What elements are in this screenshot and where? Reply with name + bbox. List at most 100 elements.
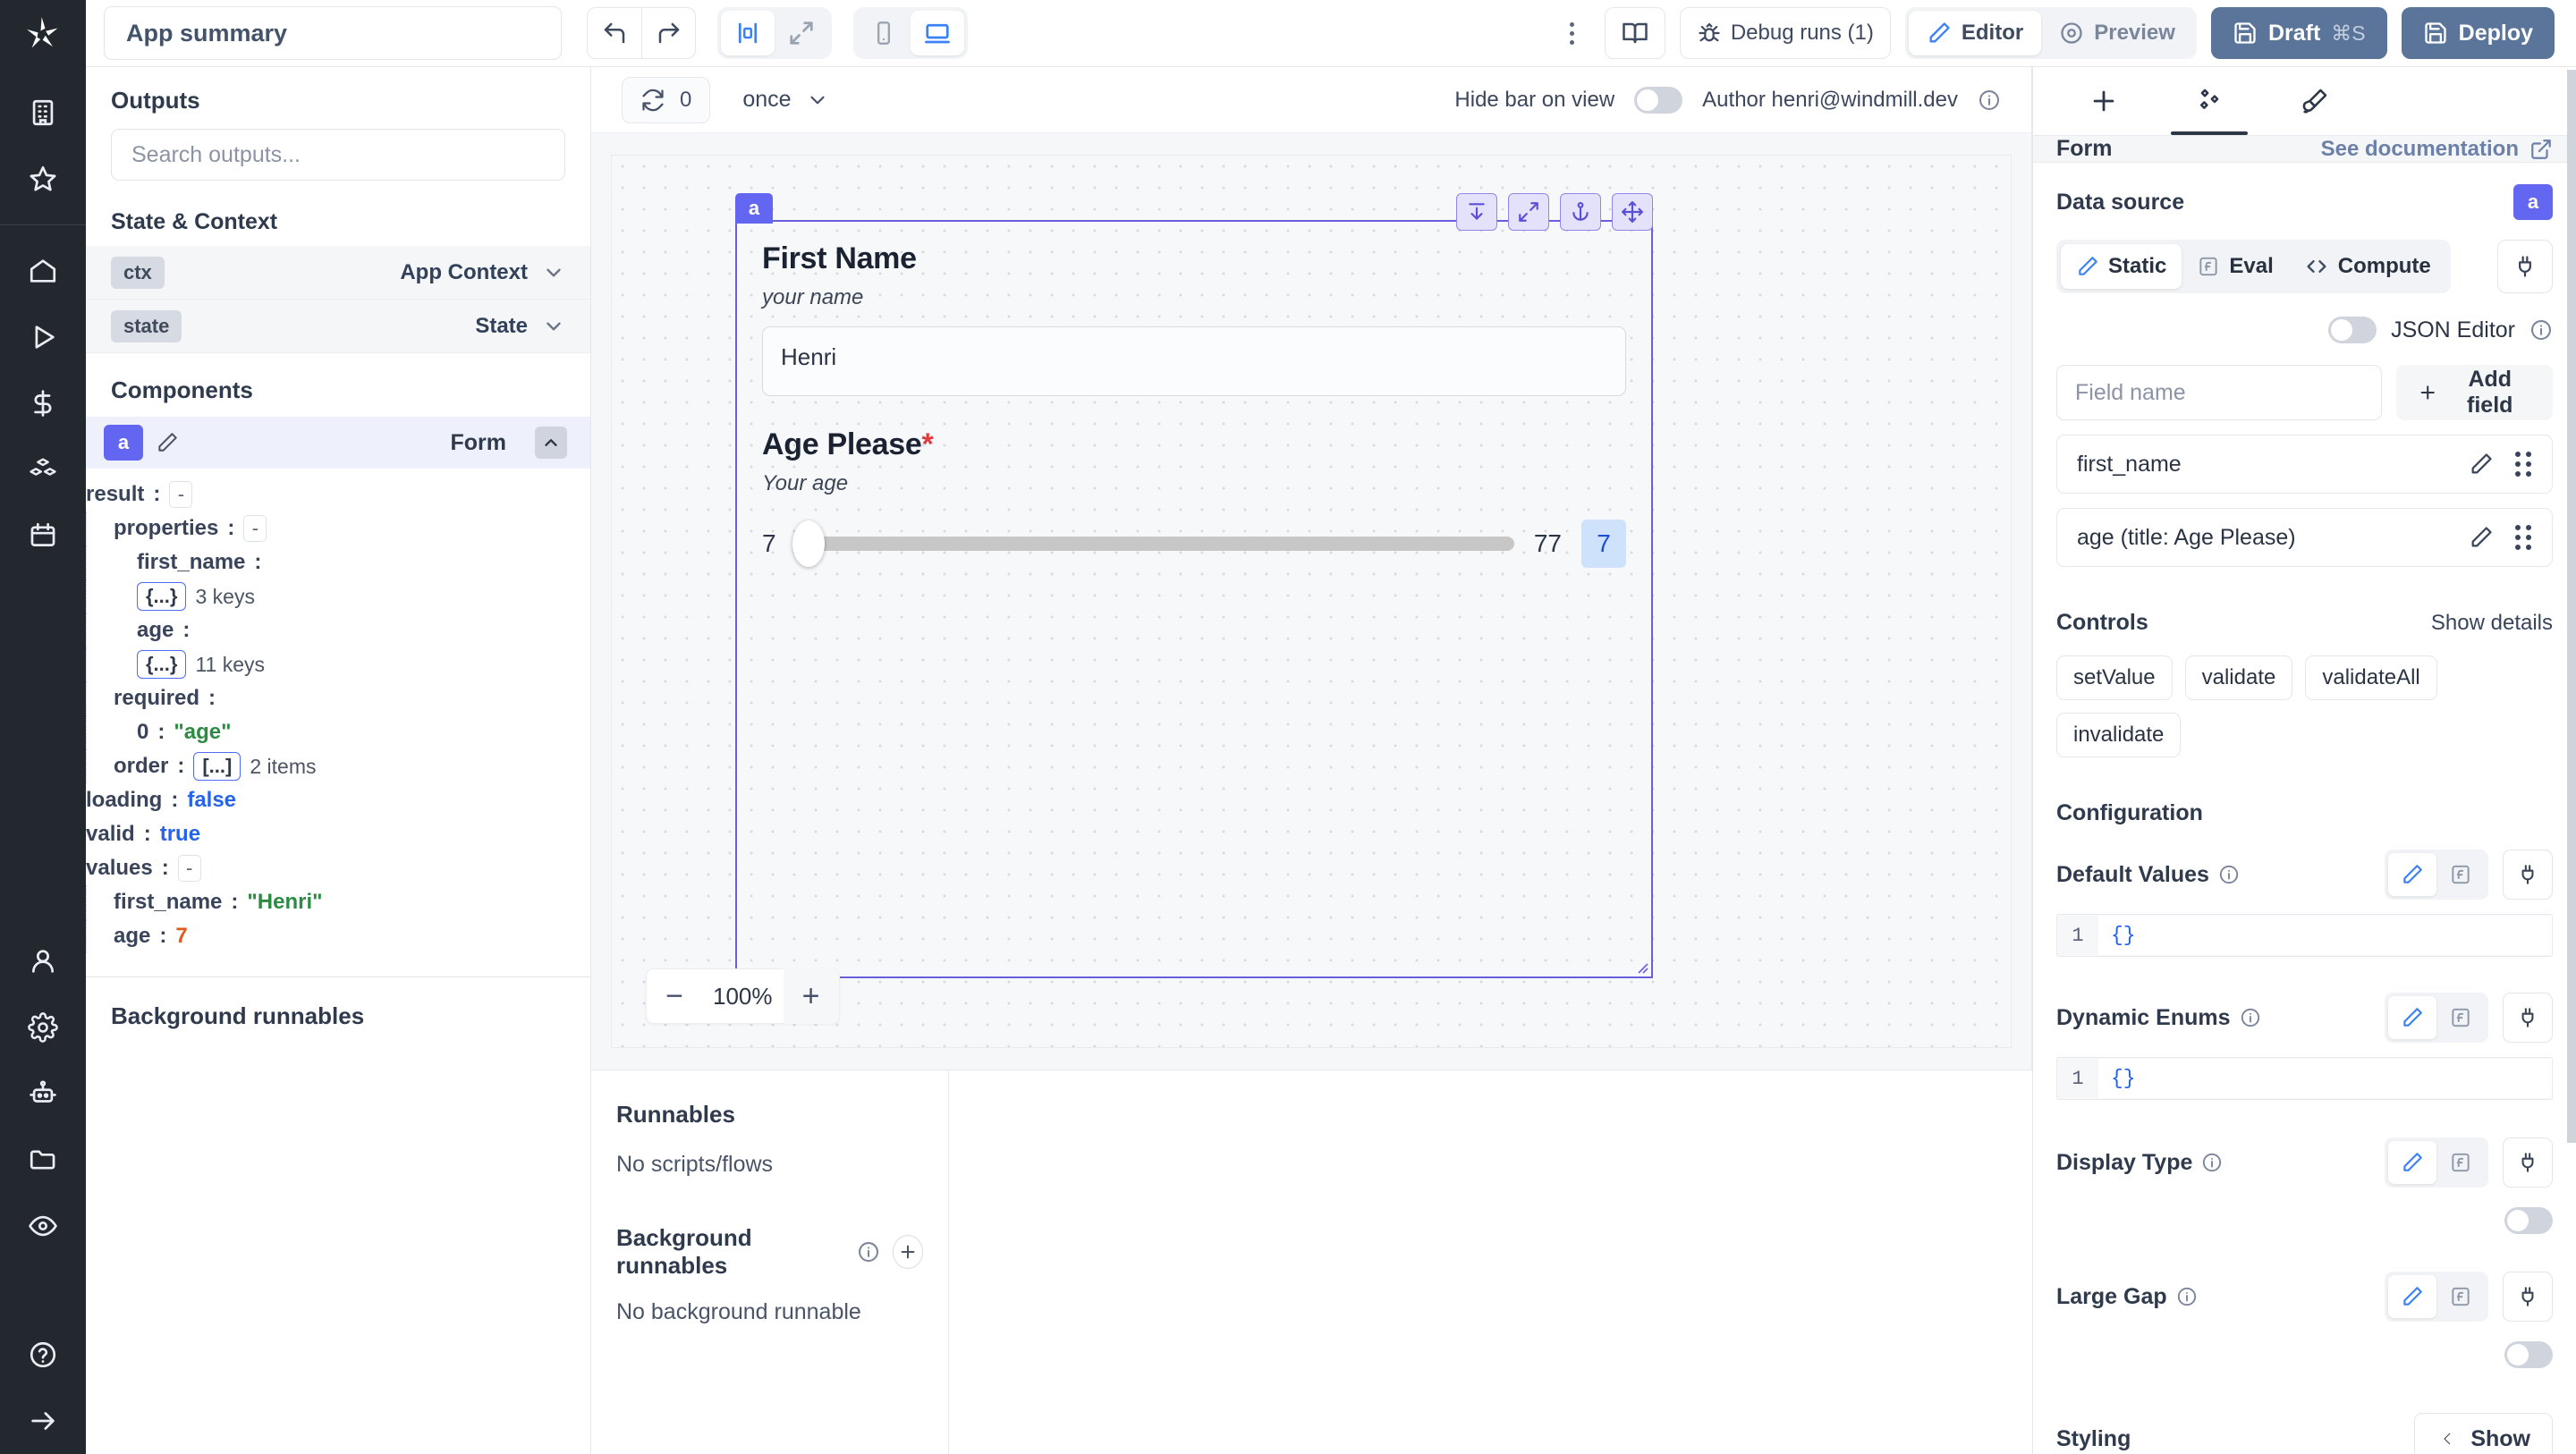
settings-scrollbar[interactable] <box>2567 70 2576 1143</box>
control-chip-validateall[interactable]: validateAll <box>2305 655 2437 700</box>
info-icon[interactable] <box>2218 864 2240 885</box>
plug-icon[interactable] <box>2503 1137 2553 1188</box>
rail-item-schedules[interactable] <box>0 503 86 569</box>
more-vertical-icon[interactable] <box>1555 21 1590 45</box>
rail-item-favorites[interactable] <box>0 146 86 212</box>
plug-icon[interactable] <box>2503 1272 2553 1322</box>
show-details-link[interactable]: Show details <box>2431 611 2553 636</box>
rail-item-workspace[interactable] <box>0 80 86 146</box>
documentation-book-button[interactable] <box>1604 7 1665 59</box>
dynamic-enums-editor[interactable]: 1 {} <box>2056 1057 2553 1100</box>
tab-editor[interactable]: Editor <box>1908 11 2042 55</box>
tree-row[interactable]: age : <box>86 613 590 647</box>
tree-dash[interactable]: - <box>243 515 267 542</box>
pencil-icon[interactable] <box>2469 452 2494 477</box>
config-eval-button[interactable] <box>2436 853 2485 896</box>
control-chip-validate[interactable]: validate <box>2184 655 2293 700</box>
tree-row[interactable]: valid : true <box>86 817 590 851</box>
context-row-ctx[interactable]: ctx App Context <box>86 246 590 300</box>
tab-preview[interactable]: Preview <box>2041 11 2193 55</box>
tree-dash[interactable]: - <box>177 855 201 882</box>
move-icon[interactable] <box>1612 193 1653 231</box>
config-eval-button[interactable] <box>2436 1141 2485 1184</box>
rail-item-expand[interactable] <box>0 1388 86 1454</box>
code-content[interactable]: {} <box>2098 1059 2552 1098</box>
tree-row[interactable]: required : <box>86 681 590 715</box>
display-type-toggle[interactable] <box>2504 1207 2553 1234</box>
config-eval-button[interactable] <box>2436 1275 2485 1318</box>
code-content[interactable]: {} <box>2098 916 2552 955</box>
tree-row[interactable]: properties : - <box>86 511 590 545</box>
pencil-icon[interactable] <box>2469 525 2494 550</box>
mode-static[interactable]: Static <box>2061 244 2182 289</box>
expand-icon[interactable] <box>1508 193 1549 231</box>
app-summary-input[interactable] <box>104 6 562 60</box>
refresh-button[interactable]: 0 <box>622 76 711 123</box>
large-gap-toggle[interactable] <box>2504 1341 2553 1368</box>
frequency-select[interactable]: once <box>742 87 828 113</box>
config-eval-button[interactable] <box>2436 996 2485 1039</box>
add-field-button[interactable]: Add field <box>2396 365 2553 420</box>
config-static-button[interactable] <box>2388 853 2436 896</box>
rail-item-settings[interactable] <box>0 994 86 1061</box>
rail-item-audit[interactable] <box>0 1193 86 1259</box>
form-component-frame[interactable]: a First Name your name Henri Age Please*… <box>735 193 1653 978</box>
windmill-logo[interactable] <box>0 0 86 67</box>
mode-compute[interactable]: Compute <box>2289 244 2446 289</box>
tree-row[interactable]: {...} 11 keys <box>86 647 590 681</box>
tab-add-component[interactable] <box>2055 67 2153 135</box>
chevron-up-icon[interactable] <box>535 427 567 459</box>
info-icon[interactable] <box>1978 89 2001 112</box>
tree-row[interactable]: first_name : "Henri" <box>86 885 590 919</box>
rail-item-help[interactable] <box>0 1322 86 1388</box>
redo-button[interactable] <box>641 8 695 58</box>
config-static-button[interactable] <box>2388 1141 2436 1184</box>
tree-array-token[interactable]: [...] <box>193 752 242 781</box>
field-list-item-age[interactable]: age (title: Age Please) <box>2056 508 2553 567</box>
info-icon[interactable] <box>2201 1152 2223 1173</box>
control-chip-setvalue[interactable]: setValue <box>2056 655 2173 700</box>
fit-screen-button[interactable] <box>775 11 828 55</box>
search-outputs-input[interactable] <box>111 129 565 181</box>
desktop-viewport-button[interactable] <box>911 11 964 55</box>
config-static-button[interactable] <box>2388 1275 2436 1318</box>
plug-icon[interactable] <box>2503 850 2553 900</box>
anchor-icon[interactable] <box>1560 193 1601 231</box>
drag-handle-icon[interactable] <box>2515 452 2532 477</box>
rail-item-home[interactable] <box>0 238 86 304</box>
info-icon[interactable] <box>2240 1007 2261 1028</box>
rail-item-billing[interactable] <box>0 370 86 436</box>
info-icon[interactable] <box>857 1240 880 1264</box>
component-header-form[interactable]: a Form <box>86 417 590 469</box>
mode-eval[interactable]: Eval <box>2182 244 2288 289</box>
tree-row[interactable]: age : 7 <box>86 919 590 953</box>
resize-handle[interactable] <box>1635 960 1649 975</box>
pencil-icon[interactable] <box>156 431 179 454</box>
slider-thumb[interactable] <box>792 520 825 567</box>
add-background-runnable-button[interactable] <box>892 1235 923 1269</box>
rail-item-resources[interactable] <box>0 436 86 503</box>
tree-dash[interactable]: - <box>169 481 193 508</box>
age-slider[interactable] <box>792 520 1514 567</box>
tree-object-token[interactable]: {...} <box>137 650 187 679</box>
canvas-area[interactable]: a First Name your name Henri Age Please*… <box>591 133 2031 1069</box>
see-documentation-link[interactable]: See documentation <box>2321 137 2553 162</box>
rail-item-runs[interactable] <box>0 304 86 370</box>
default-values-editor[interactable]: 1 {} <box>2056 914 2553 957</box>
move-down-icon[interactable] <box>1456 193 1497 231</box>
styling-show-button[interactable]: ke-width="2.2" stroke-linecap="round" st… <box>2414 1413 2553 1454</box>
align-center-button[interactable] <box>721 11 775 55</box>
rail-item-folders[interactable] <box>0 1127 86 1193</box>
plug-icon[interactable] <box>2497 240 2553 293</box>
drag-handle-icon[interactable] <box>2515 525 2532 550</box>
info-icon[interactable] <box>2529 318 2553 342</box>
field-name-input[interactable] <box>2056 365 2382 420</box>
rail-item-workers[interactable] <box>0 1061 86 1127</box>
context-row-state[interactable]: state State <box>86 300 590 353</box>
info-icon[interactable] <box>2176 1286 2198 1307</box>
zoom-in-button[interactable]: + <box>783 968 839 1024</box>
tree-row[interactable]: first_name : <box>86 545 590 579</box>
tree-row[interactable]: values : - <box>86 851 590 885</box>
draft-button[interactable]: Draft ⌘S <box>2210 7 2387 59</box>
tab-component-settings[interactable] <box>2160 67 2258 135</box>
